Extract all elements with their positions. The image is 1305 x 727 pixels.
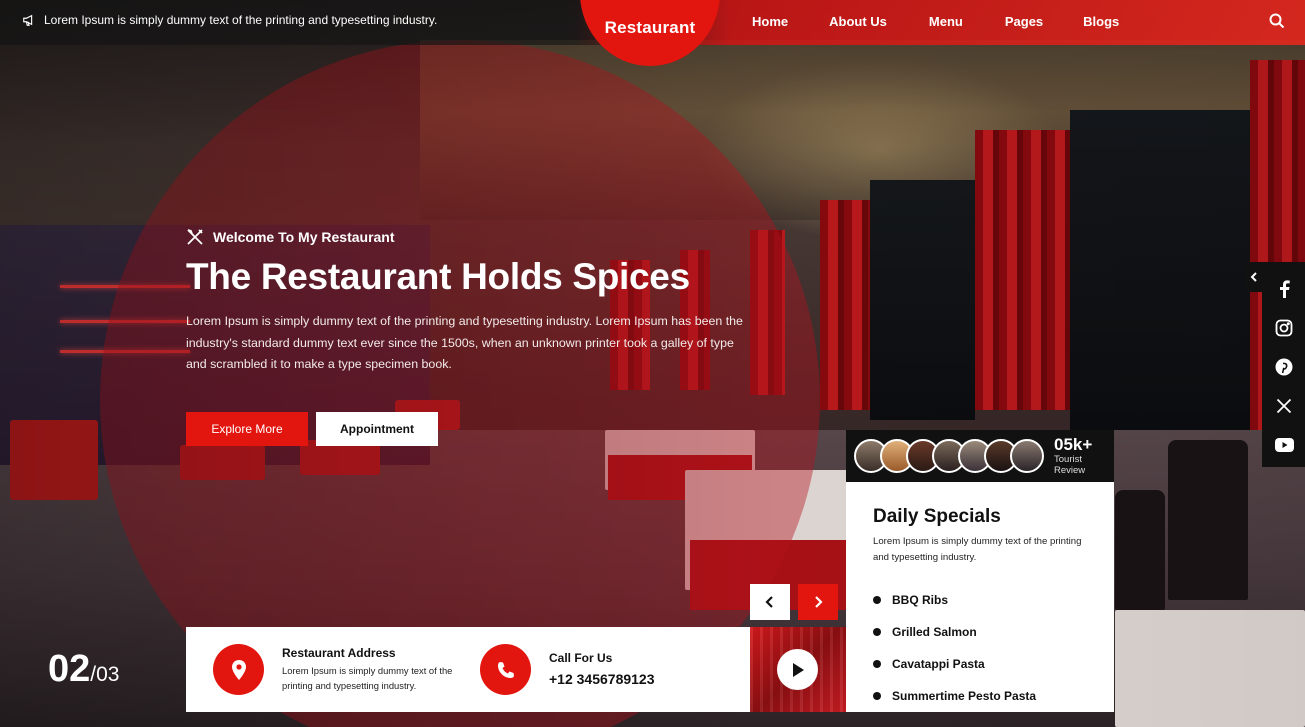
social-sidebar [1262, 262, 1305, 467]
list-item: BBQ Ribs [873, 584, 1087, 616]
address-text: Lorem Ipsum is simply dummy text of the … [282, 665, 453, 691]
slide-total: /03 [90, 663, 120, 686]
hero-title: The Restaurant Holds Spices [186, 256, 690, 297]
address-title: Restaurant Address [282, 646, 396, 660]
address-icon-circle [213, 644, 264, 695]
review-label: Tourist Review [1054, 454, 1086, 476]
facebook-icon[interactable] [1274, 279, 1294, 299]
announcement-text: Lorem Ipsum is simply dummy text of the … [44, 13, 438, 27]
chevron-left-icon [765, 596, 773, 608]
announcement: Lorem Ipsum is simply dummy text of the … [22, 13, 437, 27]
nav-blogs[interactable]: Blogs [1083, 14, 1119, 29]
contact-info-bar: Restaurant Address Lorem Ipsum is simply… [186, 627, 750, 712]
nav-home[interactable]: Home [752, 14, 788, 29]
list-item: Summertime Pesto Pasta [873, 680, 1087, 712]
list-item: Cavatappi Pasta [873, 648, 1087, 680]
social-toggle[interactable] [1245, 262, 1263, 292]
play-icon [792, 662, 804, 677]
cutlery-icon [187, 229, 203, 245]
main-nav: Home About Us Menu Pages Blogs [752, 14, 1119, 29]
pinterest-icon[interactable] [1274, 357, 1294, 377]
slider-prev-button[interactable] [750, 584, 790, 620]
explore-more-button[interactable]: Explore More [186, 412, 308, 446]
search-icon[interactable] [1268, 12, 1286, 30]
specials-title: Daily Specials [873, 506, 1001, 527]
reviewer-avatars [854, 439, 1044, 473]
tourist-reviews: 05k+ Tourist Review [846, 430, 1114, 482]
video-thumbnail[interactable] [750, 627, 846, 712]
specials-description: Lorem Ipsum is simply dummy text of the … [873, 536, 1082, 563]
play-button[interactable] [777, 649, 818, 690]
hero-eyebrow-text: Welcome To My Restaurant [213, 229, 395, 245]
x-icon[interactable] [1274, 396, 1294, 416]
instagram-icon[interactable] [1274, 318, 1294, 338]
phone-icon [497, 661, 514, 678]
hero-description: Lorem Ipsum is simply dummy text of the … [186, 314, 743, 371]
megaphone-icon [23, 14, 33, 26]
phone-number[interactable]: +12 3456789123 [549, 671, 655, 687]
nav-about-us[interactable]: About Us [829, 14, 887, 29]
location-pin-icon [231, 659, 246, 680]
specials-list: BBQ Ribs Grilled Salmon Cavatappi Pasta … [873, 584, 1087, 712]
chevron-left-icon [1250, 272, 1257, 282]
brand-name: Restaurant [604, 18, 696, 37]
slider-next-button[interactable] [798, 584, 838, 620]
nav-menu[interactable]: Menu [929, 14, 963, 29]
slide-current: 02 [48, 648, 91, 690]
review-count: 05k+ Tourist Review [1054, 435, 1114, 477]
appointment-button[interactable]: Appointment [316, 412, 438, 446]
list-item: Grilled Salmon [873, 616, 1087, 648]
avatar [1010, 439, 1044, 473]
daily-specials-card: Daily Specials Lorem Ipsum is simply dum… [846, 482, 1114, 712]
hero-eyebrow: Welcome To My Restaurant [186, 228, 395, 246]
review-number: 05k+ [1054, 435, 1093, 454]
call-title: Call For Us [549, 651, 613, 665]
nav-pages[interactable]: Pages [1005, 14, 1043, 29]
chevron-right-icon [815, 596, 823, 608]
phone-icon-circle[interactable] [480, 644, 531, 695]
slide-counter: 02 /03 [48, 648, 119, 691]
youtube-icon[interactable] [1274, 435, 1294, 455]
